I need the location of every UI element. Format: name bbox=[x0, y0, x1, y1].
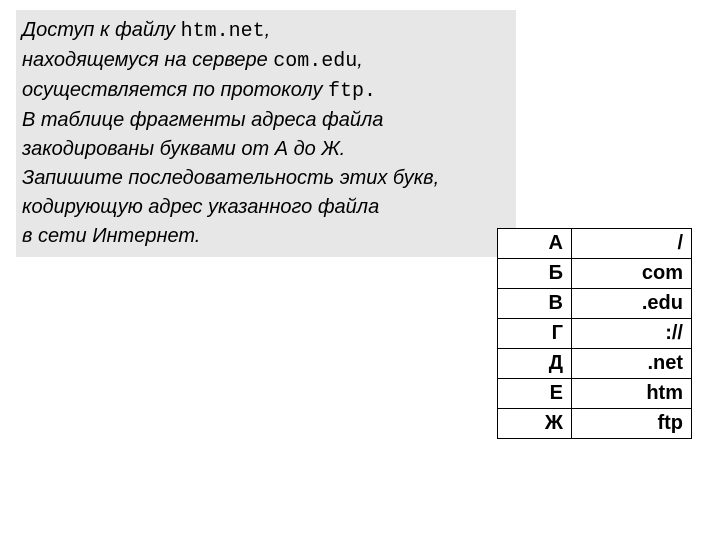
q-line1-mono: htm.net bbox=[181, 20, 265, 43]
q-line3-pre: осуществляется по протоколу bbox=[22, 79, 328, 101]
fragment-letter: Б bbox=[498, 259, 572, 289]
table-row: Г :// bbox=[498, 319, 692, 349]
fragment-letter: Е bbox=[498, 379, 572, 409]
q-line7: кодирующую адрес указанного файла bbox=[22, 196, 379, 218]
table-row: Ж ftp bbox=[498, 409, 692, 439]
fragment-value: .net bbox=[572, 349, 692, 379]
table-row: А / bbox=[498, 229, 692, 259]
fragment-value: htm bbox=[572, 379, 692, 409]
table-row: В .edu bbox=[498, 289, 692, 319]
table-row: Е htm bbox=[498, 379, 692, 409]
question-text: Доступ к файлу htm.net, находящемуся на … bbox=[16, 10, 516, 257]
table-row: Б com bbox=[498, 259, 692, 289]
fragments-table: А / Б com В .edu Г :// Д .net Е htm Ж ft… bbox=[497, 228, 692, 439]
fragment-value: / bbox=[572, 229, 692, 259]
q-line2-mono: com.edu bbox=[273, 50, 357, 73]
q-line2-post: , bbox=[357, 49, 363, 71]
q-line3-mono: ftp. bbox=[328, 80, 376, 103]
fragment-letter: Ж bbox=[498, 409, 572, 439]
q-line5: закодированы буквами от А до Ж. bbox=[22, 138, 345, 160]
fragment-letter: В bbox=[498, 289, 572, 319]
q-line6: Запишите последовательность этих букв, bbox=[22, 167, 439, 189]
q-line2-pre: находящемуся на сервере bbox=[22, 49, 273, 71]
q-line1-pre: Доступ к файлу bbox=[22, 19, 181, 41]
fragment-value: :// bbox=[572, 319, 692, 349]
fragment-letter: Г bbox=[498, 319, 572, 349]
fragment-value: com bbox=[572, 259, 692, 289]
fragment-letter: Д bbox=[498, 349, 572, 379]
fragment-value: .edu bbox=[572, 289, 692, 319]
fragment-value: ftp bbox=[572, 409, 692, 439]
table-row: Д .net bbox=[498, 349, 692, 379]
fragment-letter: А bbox=[498, 229, 572, 259]
q-line8: в сети Интернет. bbox=[22, 225, 200, 247]
q-line4: В таблице фрагменты адреса файла bbox=[22, 109, 383, 131]
q-line1-post: , bbox=[265, 19, 271, 41]
